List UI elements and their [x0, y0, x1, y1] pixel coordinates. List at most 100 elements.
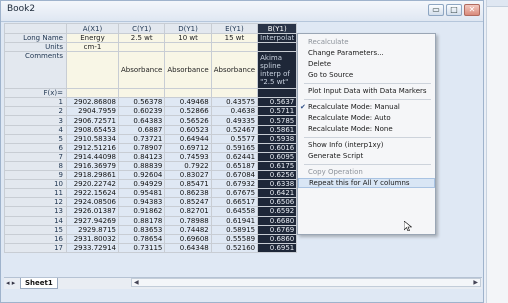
row-number[interactable]: 4 [4, 124, 67, 135]
menu-item[interactable]: Plot Input Data with Data Markers [298, 86, 435, 96]
data-cell[interactable]: 0.64558 [210, 206, 259, 217]
data-cell[interactable]: 0.67932 [210, 179, 259, 190]
column-units-cell[interactable] [210, 42, 259, 53]
column-header[interactable]: A(X1) [66, 23, 119, 34]
column-header[interactable]: E(Y1) [210, 23, 259, 34]
data-cell[interactable]: 0.82701 [164, 206, 212, 217]
data-cell[interactable]: 0.58915 [210, 224, 259, 235]
data-cell[interactable]: 0.6016 [257, 142, 298, 153]
menu-item[interactable]: Recalculate Mode: Auto [298, 113, 435, 123]
data-cell[interactable]: 0.74482 [164, 224, 212, 235]
row-number[interactable]: 5 [4, 133, 67, 144]
column-header[interactable]: C(Y1) [117, 23, 166, 34]
data-cell[interactable]: 0.73115 [117, 242, 166, 253]
data-cell[interactable]: 0.64944 [164, 133, 212, 144]
data-cell[interactable]: 2904.7959 [66, 106, 119, 117]
data-cell[interactable]: 2922.15624 [66, 188, 119, 199]
data-cell[interactable]: 0.49335 [210, 115, 259, 126]
sheet-nav-arrows[interactable]: ◂ ▸ [6, 279, 15, 287]
data-cell[interactable]: 0.55589 [210, 233, 259, 244]
data-cell[interactable]: 0.5785 [257, 115, 298, 126]
menu-item[interactable]: Repeat this for All Y columns [298, 178, 435, 188]
restore-button[interactable]: ▭ [428, 4, 444, 16]
data-cell[interactable]: 0.86238 [164, 188, 212, 199]
menu-item[interactable]: Recalculate Mode: None [298, 124, 435, 134]
close-button[interactable]: ✕ [464, 4, 480, 16]
row-number[interactable]: 6 [4, 142, 67, 153]
column-comment-cell[interactable]: Absorbance [210, 51, 259, 90]
column-long-name-cell[interactable]: 10 wt [164, 32, 212, 44]
worksheet-grid[interactable]: A(X1) C(Y1) D(Y1) E(Y1) B(Y1) Long Name Energy… [4, 23, 298, 253]
row-number[interactable]: 15 [4, 224, 67, 235]
data-cell[interactable]: 2926.01387 [66, 206, 119, 217]
data-cell[interactable]: 0.88178 [117, 215, 166, 226]
row-number[interactable]: 13 [4, 206, 67, 217]
column-units-cell[interactable] [117, 42, 166, 53]
data-cell[interactable]: 0.56378 [117, 97, 166, 108]
horizontal-scrollbar[interactable]: ◀ ▶ [131, 278, 481, 287]
data-cell[interactable]: 0.6592 [257, 206, 298, 217]
data-cell[interactable]: 0.60239 [117, 106, 166, 117]
data-cell[interactable]: 0.85247 [164, 197, 212, 208]
data-cell[interactable]: 0.52866 [164, 106, 212, 117]
column-fx-cell[interactable] [257, 88, 298, 99]
data-cell[interactable]: 2920.22742 [66, 179, 119, 190]
data-cell[interactable]: 0.92604 [117, 170, 166, 181]
data-cell[interactable]: 0.94383 [117, 197, 166, 208]
data-cell[interactable]: 0.88839 [117, 160, 166, 172]
data-cell[interactable]: 0.73721 [117, 133, 166, 144]
column-comment-cell[interactable]: Absorbance [164, 51, 212, 90]
data-cell[interactable]: 2906.72571 [66, 115, 119, 126]
data-cell[interactable]: 0.5938 [257, 133, 298, 144]
data-cell[interactable]: 2914.44098 [66, 151, 119, 162]
data-cell[interactable]: 0.61941 [210, 215, 259, 226]
column-fx-cell[interactable] [210, 88, 259, 99]
row-number[interactable]: 2 [4, 106, 67, 117]
data-cell[interactable]: 0.64348 [164, 242, 212, 253]
data-cell[interactable]: 0.4638 [210, 106, 259, 117]
data-cell[interactable]: 0.94929 [117, 179, 166, 190]
data-cell[interactable]: 0.52467 [210, 124, 259, 135]
column-units-cell[interactable] [257, 42, 298, 53]
column-long-name-cell[interactable]: 2.5 wt [117, 32, 166, 44]
data-cell[interactable]: 0.7922 [164, 160, 212, 172]
column-comment-cell[interactable]: Akima spline interp of "2.5 wt" [257, 51, 298, 90]
data-cell[interactable]: 0.67084 [210, 170, 259, 181]
column-long-name-cell[interactable]: Interpolat [257, 32, 298, 44]
data-cell[interactable]: 0.78907 [117, 142, 166, 153]
data-cell[interactable]: 0.69712 [164, 142, 212, 153]
data-cell[interactable]: 0.6256 [257, 170, 298, 181]
column-units-cell[interactable]: cm-1 [66, 42, 119, 53]
data-cell[interactable]: 0.84123 [117, 151, 166, 162]
data-cell[interactable]: 0.6887 [117, 124, 166, 135]
data-cell[interactable]: 0.5637 [257, 97, 298, 108]
data-cell[interactable]: 0.5711 [257, 106, 298, 117]
data-cell[interactable]: 0.78988 [164, 215, 212, 226]
data-cell[interactable]: 0.95481 [117, 188, 166, 199]
menu-item[interactable]: ✔ Recalculate Mode: Manual [298, 102, 435, 112]
data-cell[interactable]: 0.83027 [164, 170, 212, 181]
data-cell[interactable]: 0.56526 [164, 115, 212, 126]
row-number[interactable]: 9 [4, 170, 67, 181]
column-fx-cell[interactable] [117, 88, 166, 99]
data-cell[interactable]: 2908.65453 [66, 124, 119, 135]
data-cell[interactable]: 0.5577 [210, 133, 259, 144]
data-cell[interactable]: 0.64383 [117, 115, 166, 126]
menu-item[interactable]: Generate Script [298, 151, 435, 161]
menu-item[interactable]: Change Parameters... [298, 48, 435, 58]
column-header[interactable]: D(Y1) [164, 23, 212, 34]
data-cell[interactable]: 2929.8715 [66, 224, 119, 235]
data-cell[interactable]: 0.5861 [257, 124, 298, 135]
data-cell[interactable]: 2910.58334 [66, 133, 119, 144]
data-cell[interactable]: 0.60523 [164, 124, 212, 135]
data-cell[interactable]: 0.78654 [117, 233, 166, 244]
column-long-name-cell[interactable]: Energy [66, 32, 119, 44]
column-header[interactable]: B(Y1) [257, 23, 298, 34]
row-number[interactable]: 10 [4, 179, 67, 190]
scroll-right-icon[interactable]: ▶ [473, 279, 478, 287]
menu-item[interactable]: Delete [298, 59, 435, 69]
data-cell[interactable]: 0.6506 [257, 197, 298, 208]
data-cell[interactable]: 0.6769 [257, 224, 298, 235]
data-cell[interactable]: 2916.36979 [66, 160, 119, 172]
row-number[interactable]: 1 [4, 97, 67, 108]
